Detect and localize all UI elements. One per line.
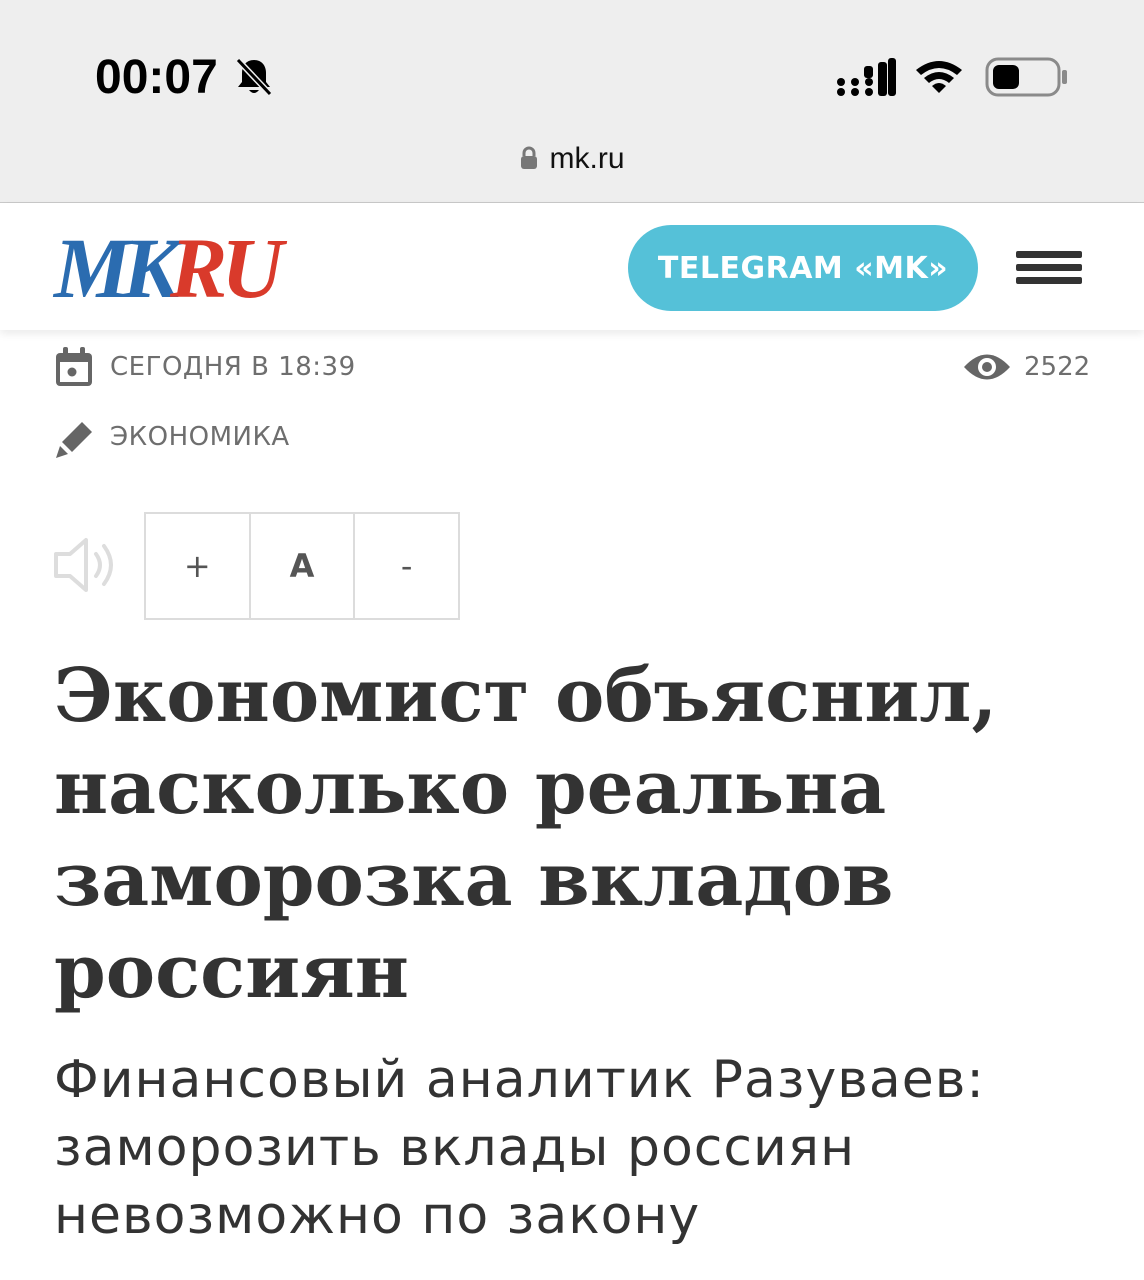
pencil-icon xyxy=(56,422,92,458)
font-reset-button[interactable]: A xyxy=(251,514,356,618)
font-decrease-button[interactable]: - xyxy=(355,514,458,618)
address-bar[interactable]: mk.ru xyxy=(0,142,1144,176)
site-header: MK RU TELEGRAM «MK» xyxy=(0,203,1144,330)
battery-icon xyxy=(985,57,1067,97)
speaker-icon[interactable] xyxy=(52,532,118,598)
font-size-controls: + A - xyxy=(144,512,460,620)
lock-icon xyxy=(520,146,537,169)
wifi-icon xyxy=(916,61,962,93)
mk-logo[interactable]: MK RU xyxy=(52,227,294,309)
cellular-signal-icon xyxy=(837,58,896,96)
status-time: 00:07 xyxy=(95,51,218,104)
eye-icon xyxy=(964,354,1010,380)
hamburger-menu-icon[interactable] xyxy=(1016,251,1082,287)
article-headline: Экономист объяснил, насколько реальна за… xyxy=(54,653,998,1015)
article-subtitle: Финансовый аналитик Разуваев: заморозить… xyxy=(54,1050,985,1246)
browser-chrome: 00:07 mk.ru xyxy=(0,0,1144,203)
article-rubric[interactable]: ЭКОНОМИКА xyxy=(54,414,454,458)
svg-text:RU: RU xyxy=(169,227,287,309)
bell-slash-icon xyxy=(235,57,273,97)
font-increase-button[interactable]: + xyxy=(146,514,251,618)
rubric-label: ЭКОНОМИКА xyxy=(110,422,290,452)
view-count: 2522 xyxy=(1024,352,1091,382)
url-text: mk.ru xyxy=(549,142,625,175)
article-meta: СЕГОДНЯ В 18:39 2522 xyxy=(54,344,1094,394)
publish-date: СЕГОДНЯ В 18:39 xyxy=(110,352,356,382)
telegram-button[interactable]: TELEGRAM «MK» xyxy=(628,225,978,311)
calendar-icon xyxy=(56,347,92,386)
svg-text:MK: MK xyxy=(52,227,185,309)
